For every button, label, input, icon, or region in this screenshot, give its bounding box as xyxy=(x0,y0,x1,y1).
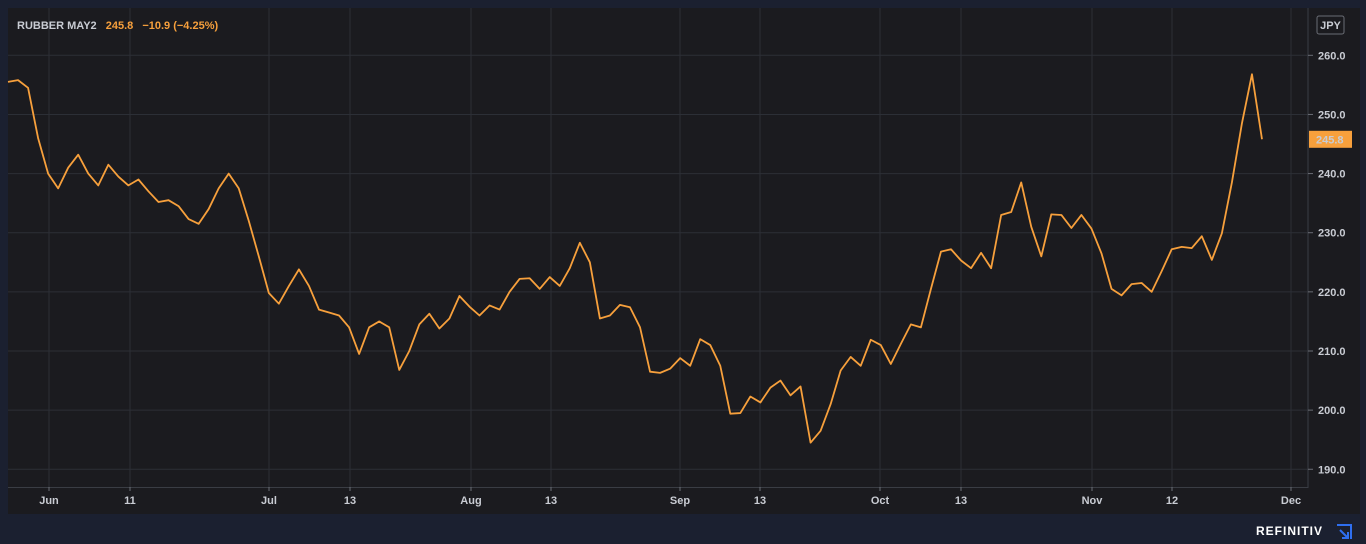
x-tick-label: 11 xyxy=(124,495,136,507)
symbol-label: RUBBER MAY2 xyxy=(17,20,97,32)
y-tick-label: 230.0 xyxy=(1318,228,1346,240)
refinitiv-logo-icon xyxy=(1337,524,1352,539)
x-tick-label: Oct xyxy=(871,495,890,507)
x-tick-label: Aug xyxy=(460,495,481,507)
last-price-label: 245.8 xyxy=(106,20,134,32)
x-tick-label: Nov xyxy=(1082,495,1104,507)
x-tick-label: Dec xyxy=(1281,495,1301,507)
x-tick-label: Jul xyxy=(261,495,277,507)
last-price-badge-label: 245.8 xyxy=(1316,134,1344,146)
y-tick-label: 190.0 xyxy=(1318,464,1346,476)
x-tick-label: 13 xyxy=(955,495,967,507)
y-tick-label: 260.0 xyxy=(1318,50,1346,62)
currency-badge[interactable]: JPY xyxy=(1316,15,1345,35)
x-tick-label: Sep xyxy=(670,495,690,507)
y-tick-label: 250.0 xyxy=(1318,109,1346,121)
x-tick-label: 12 xyxy=(1166,495,1178,507)
chart-header: RUBBER MAY2 245.8 −10.9 (−4.25%) xyxy=(17,20,218,32)
x-tick-label: Jun xyxy=(39,495,59,507)
x-tick-label: 13 xyxy=(344,495,356,507)
brand-name: REFINITIV xyxy=(1256,524,1324,538)
y-tick-label: 200.0 xyxy=(1318,405,1346,417)
price-chart: 190.0 200.0 210.0 220.0 230.0 240.0 250.0 260.0… xyxy=(7,8,1360,514)
y-tick-label: 210.0 xyxy=(1318,346,1346,358)
y-tick-label: 240.0 xyxy=(1318,169,1346,181)
svg-text:RUBBER MAY2 245.8: RUBBER MAY2 245.8 −10.9 (−4.25%) xyxy=(17,20,218,32)
y-tick-label: 220.0 xyxy=(1318,287,1346,299)
currency-label: JPY xyxy=(1320,20,1341,32)
change-label: −10.9 (−4.25%) xyxy=(142,20,218,32)
x-tick-label: 13 xyxy=(545,495,557,507)
last-price-badge: 245.8 xyxy=(1309,130,1352,148)
chart-root: 190.0 200.0 210.0 220.0 230.0 240.0 250.0 260.0… xyxy=(0,0,1366,544)
plot-background xyxy=(8,8,1360,514)
x-tick-label: 13 xyxy=(754,495,766,507)
